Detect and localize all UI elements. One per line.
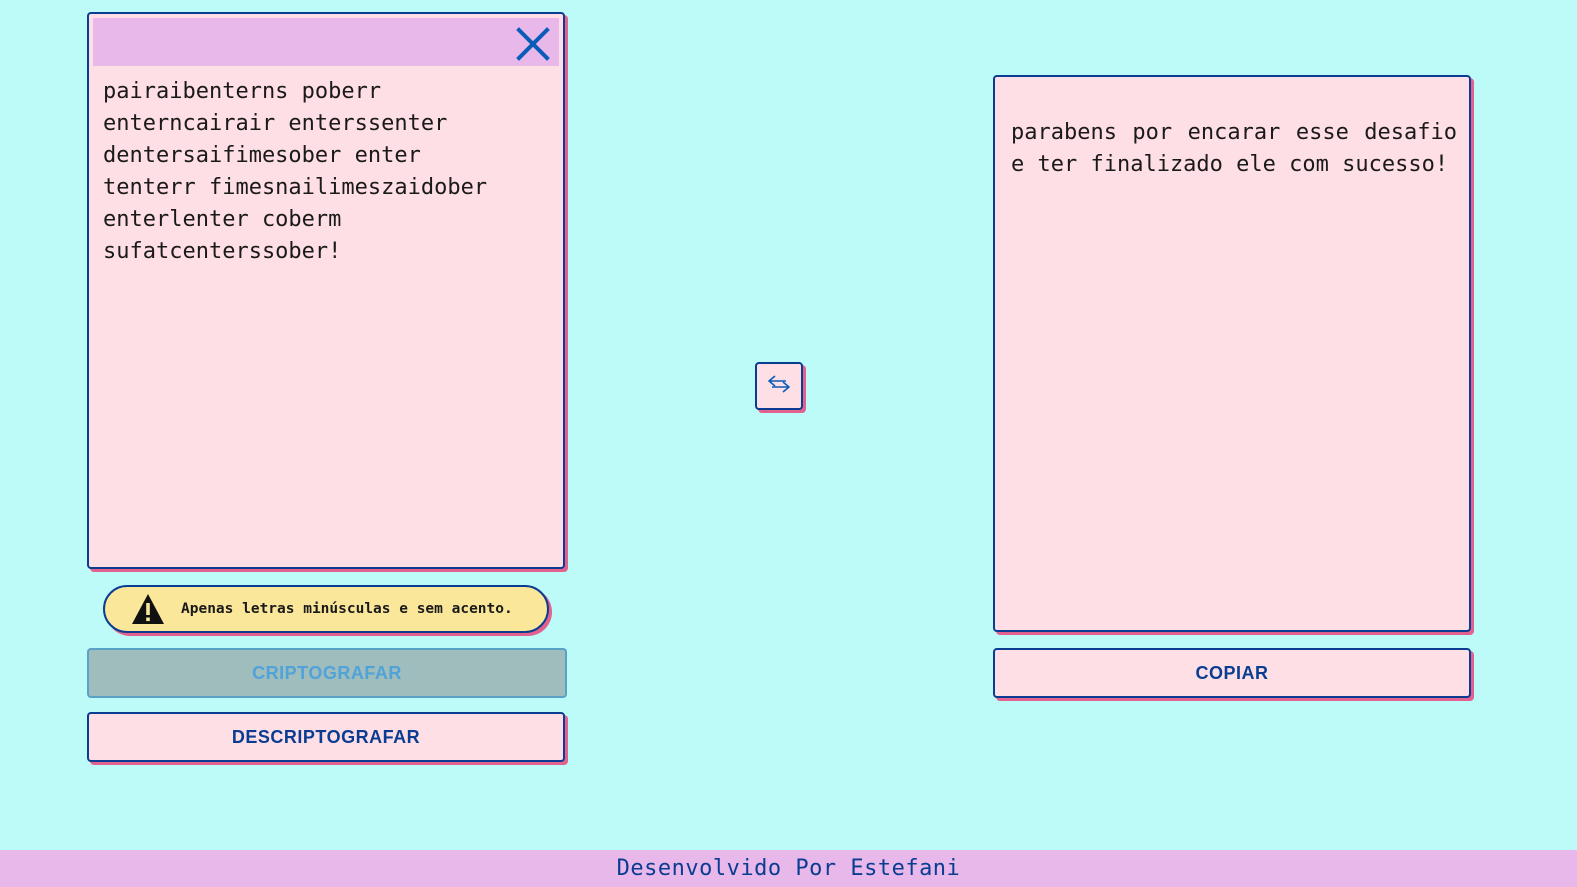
swap-arrows-icon (766, 373, 792, 399)
app-root: pairaibenterns poberr enterncairair ente… (0, 0, 1577, 887)
close-icon[interactable] (511, 22, 555, 66)
input-textarea[interactable]: pairaibenterns poberr enterncairair ente… (103, 76, 543, 268)
output-card: parabens por encarar esse desafio e ter … (993, 75, 1471, 632)
encrypt-button[interactable]: CRIPTOGRAFAR (87, 648, 567, 698)
warning-badge: Apenas letras minúsculas e sem acento. (103, 585, 549, 633)
decrypt-button[interactable]: DESCRIPTOGRAFAR (87, 712, 565, 762)
input-card: pairaibenterns poberr enterncairair ente… (87, 12, 565, 569)
footer-credit: Desenvolvido Por Estefani (616, 856, 961, 881)
swap-button[interactable] (755, 362, 803, 410)
warning-text: Apenas letras minúsculas e sem acento. (181, 601, 513, 617)
copy-button[interactable]: COPIAR (993, 648, 1471, 698)
input-card-header (93, 18, 559, 66)
output-text: parabens por encarar esse desafio e ter … (1011, 120, 1457, 177)
footer: Desenvolvido Por Estefani (0, 850, 1577, 887)
warning-triangle-icon (131, 592, 165, 626)
